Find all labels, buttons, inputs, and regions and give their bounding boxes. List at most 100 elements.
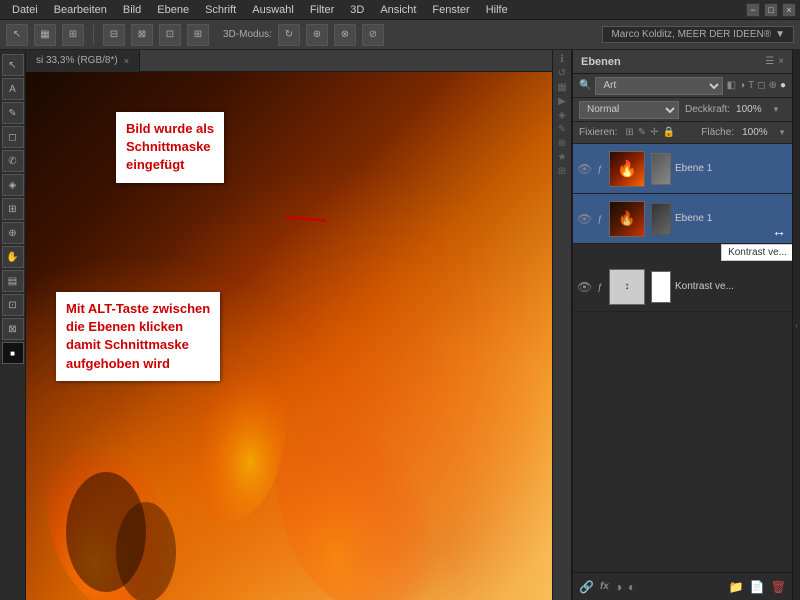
annotation2-line4: aufgehoben wird	[66, 356, 170, 371]
close-button[interactable]: ×	[782, 3, 796, 17]
filter-pixel-icon[interactable]: ◧	[727, 80, 736, 91]
tool-zoom[interactable]: ⊕	[2, 222, 24, 244]
opacity-arrow-icon[interactable]: ▼	[772, 105, 780, 114]
layer-visibility-icon[interactable]: 👁	[577, 212, 591, 226]
adjustment-icon[interactable]: ◐	[628, 580, 635, 594]
layer-visibility-icon[interactable]: 👁	[577, 280, 591, 294]
tool-3d1[interactable]: ↻	[278, 24, 300, 46]
toolbar: ↖ ▦ ⊞ ⊟ ⊠ ⊡ ⊞ 3D-Modus: ↻ ⊕ ⊗ ⊘ Marco Ko…	[0, 20, 800, 50]
brush-icon[interactable]: ✎	[558, 124, 566, 135]
layer-item[interactable]: 👁 ƒ 🔥 Ebene 1 ↔ Kontrast ve...	[573, 194, 792, 244]
layer-item[interactable]: 👁 ƒ 🔥 Ebene 1	[573, 144, 792, 194]
tool-hand[interactable]: ✋	[2, 246, 24, 268]
canvas-tab[interactable]: si 33,3% (RGB/8*) ×	[26, 50, 140, 72]
account-button[interactable]: Marco Kolditz, MEER DER IDEEN® ▼	[602, 26, 794, 43]
menu-bearbeiten[interactable]: Bearbeiten	[46, 4, 115, 16]
tab-close-icon[interactable]: ×	[124, 56, 129, 66]
lock-icons: ⊞ ✎ ✛ 🔒	[625, 127, 675, 138]
tool-color-fg[interactable]: ■	[2, 342, 24, 364]
tool-3d4[interactable]: ⊘	[362, 24, 384, 46]
new-group-icon[interactable]: 📁	[729, 580, 744, 594]
tool-options[interactable]: ⊞	[187, 24, 209, 46]
new-layer-icon[interactable]: 📄	[750, 580, 765, 594]
filter-adjust-icon[interactable]: ◑	[739, 80, 745, 91]
toolbar-3d-label: 3D-Modus:	[223, 29, 272, 40]
maximize-button[interactable]: □	[764, 3, 778, 17]
blend-mode-row: Normal Deckkraft: 100% ▼	[573, 98, 792, 122]
tool-eyedropper[interactable]: ✆	[2, 150, 24, 172]
tool-select2[interactable]: ⊞	[62, 24, 84, 46]
layer-item[interactable]: 👁 ƒ ↕ Kontrast ve...	[573, 262, 792, 312]
blend-mode-select[interactable]: Normal	[579, 101, 679, 119]
tool-eraser[interactable]: ◈	[2, 174, 24, 196]
info-icon[interactable]: ℹ	[560, 54, 564, 65]
tool-3d-extra[interactable]: ⊡	[2, 294, 24, 316]
history-icon[interactable]: ↺	[558, 68, 566, 79]
annotation-box-1: Bild wurde als Schnittmaske eingefügt	[116, 112, 224, 183]
filter-shape-icon[interactable]: ◻	[757, 80, 765, 91]
window-controls: − □ ×	[746, 3, 796, 17]
fill-arrow-icon[interactable]: ▼	[778, 128, 786, 137]
style-icon[interactable]: ★	[558, 152, 567, 163]
tool-3d3[interactable]: ⊗	[334, 24, 356, 46]
filter-type-select[interactable]: Art	[595, 77, 722, 95]
tool-crop[interactable]: ⊞	[2, 198, 24, 220]
tool-pointer[interactable]: ↖	[2, 54, 24, 76]
lock-move-icon[interactable]: ✛	[650, 127, 658, 138]
layers-filter-row: 🔍 Art ◧ ◑ T ◻ ⊕ ●	[573, 74, 792, 98]
lock-pixel-icon[interactable]: ⊞	[625, 127, 633, 138]
annotation-box-2: Mit ALT-Taste zwischen die Ebenen klicke…	[56, 292, 220, 381]
panel-collapse[interactable]: ›	[792, 50, 800, 600]
fx-icon[interactable]: fx	[600, 581, 609, 592]
paths-icon[interactable]: ◈	[558, 110, 566, 121]
delete-layer-icon[interactable]: 🗑	[771, 580, 786, 594]
layers-panel: Ebenen ☰ × 🔍 Art ◧ ◑ T ◻ ⊕ ● Nor	[572, 50, 792, 600]
swatches-icon[interactable]: ▦	[557, 82, 566, 93]
tool-gradient[interactable]: ▤	[2, 270, 24, 292]
menu-ansicht[interactable]: Ansicht	[372, 4, 424, 16]
filter-smart-icon[interactable]: ⊕	[769, 80, 777, 91]
tool-paint[interactable]: ✎	[2, 102, 24, 124]
tool-distribute[interactable]: ⊡	[159, 24, 181, 46]
layers-close-icon[interactable]: ×	[778, 56, 784, 67]
filter-toggle[interactable]: ●	[780, 80, 786, 91]
account-label: Marco Kolditz, MEER DER IDEEN®	[611, 29, 771, 40]
layer-mask-thumb2	[651, 203, 671, 235]
menu-hilfe[interactable]: Hilfe	[478, 4, 516, 16]
menu-filter[interactable]: Filter	[302, 4, 342, 16]
tool-3d2[interactable]: ⊕	[306, 24, 328, 46]
tool-extra1[interactable]: ⊠	[2, 318, 24, 340]
menu-auswahl[interactable]: Auswahl	[244, 4, 302, 16]
tool-align[interactable]: ⊠	[131, 24, 153, 46]
tool-shape[interactable]: ◻	[2, 126, 24, 148]
menu-3d[interactable]: 3D	[342, 4, 372, 16]
tab-bar: si 33,3% (RGB/8*) ×	[26, 50, 552, 72]
menu-ebene[interactable]: Ebene	[149, 4, 197, 16]
menu-fenster[interactable]: Fenster	[424, 4, 477, 16]
annotation2-line2: die Ebenen klicken	[66, 319, 183, 334]
middle-tools: ℹ ↺ ▦ ▶ ◈ ✎ ⊕ ★ ⊞	[552, 50, 572, 600]
lock-all-icon[interactable]: 🔒	[663, 127, 675, 138]
menu-schrift[interactable]: Schrift	[197, 4, 244, 16]
tool-text[interactable]: A	[2, 78, 24, 100]
clone-icon[interactable]: ⊕	[558, 138, 566, 149]
tool-move[interactable]: ↖	[6, 24, 28, 46]
menu-datei[interactable]: Datei	[4, 4, 46, 16]
minimize-button[interactable]: −	[746, 3, 760, 17]
menu-bild[interactable]: Bild	[115, 4, 149, 16]
canvas-content: Bild wurde als Schnittmaske eingefügt Mi…	[26, 72, 552, 600]
layer-thumbnail: 🔥	[609, 151, 645, 187]
filter-text-icon[interactable]: T	[748, 80, 754, 91]
link-layers-icon[interactable]: 🔗	[579, 580, 594, 594]
tool-select1[interactable]: ▦	[34, 24, 56, 46]
layer-thumb-content: 🔥	[610, 202, 644, 236]
play-icon[interactable]: ▶	[558, 96, 566, 107]
add-mask-icon[interactable]: ◑	[615, 580, 622, 594]
lock-paint-icon[interactable]: ✎	[638, 127, 646, 138]
grid-icon[interactable]: ⊞	[558, 166, 566, 177]
layer-visibility-icon[interactable]: 👁	[577, 162, 591, 176]
layer-tooltip: Kontrast ve...	[721, 244, 792, 261]
left-toolbar: ↖ A ✎ ◻ ✆ ◈ ⊞ ⊕ ✋ ▤ ⊡ ⊠ ■	[0, 50, 26, 600]
layers-menu-icon[interactable]: ☰	[765, 56, 774, 67]
tool-transform[interactable]: ⊟	[103, 24, 125, 46]
